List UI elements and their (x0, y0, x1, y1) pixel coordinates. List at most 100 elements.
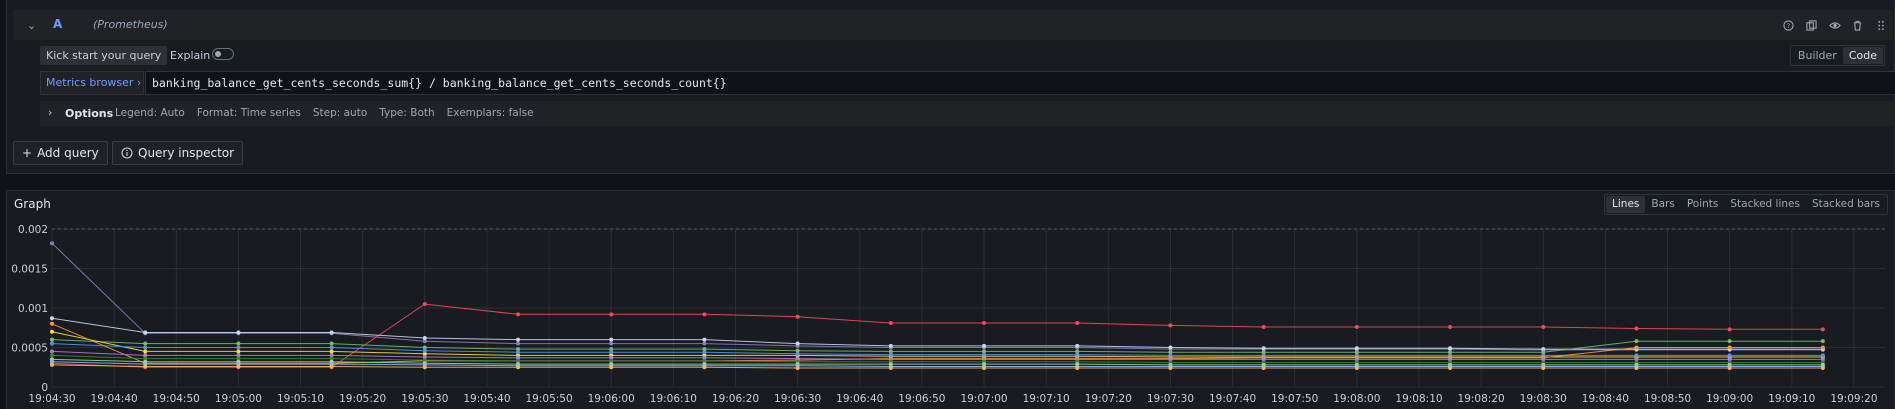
series-11-point (143, 364, 148, 369)
series-5-point (143, 345, 148, 350)
x-tick-label: 19:07:30 (1147, 393, 1194, 405)
series-11-point (795, 366, 800, 371)
series-3-point (1820, 339, 1825, 344)
series-11-point (516, 365, 521, 370)
series-1-point (516, 312, 521, 317)
series-2-point (702, 337, 707, 342)
series-3-point (1634, 339, 1639, 344)
series-2-point (1448, 346, 1453, 351)
series-11-point (702, 365, 707, 370)
series-5-point (1727, 353, 1732, 358)
series-3-point (50, 337, 54, 342)
y-tick-label: 0.0005 (11, 343, 48, 355)
series-1-point (1634, 326, 1639, 331)
x-tick-label: 19:05:00 (215, 393, 262, 405)
x-tick-label: 19:08:40 (1582, 393, 1629, 405)
x-tick-label: 19:05:40 (463, 393, 510, 405)
series-5-point (609, 350, 614, 355)
series-0-point (702, 341, 707, 346)
series-11-point (1634, 366, 1639, 371)
series-2-point (1075, 343, 1080, 348)
x-tick-label: 19:04:40 (91, 393, 138, 405)
series-11-point (1541, 366, 1546, 371)
x-tick-label: 19:09:10 (1768, 393, 1815, 405)
series-5-point (888, 352, 893, 357)
series-5-point (702, 350, 707, 355)
x-tick-label: 19:04:50 (153, 393, 200, 405)
series-5-point (516, 350, 521, 355)
x-tick-label: 19:07:40 (1209, 393, 1256, 405)
x-tick-label: 19:06:40 (836, 393, 883, 405)
series-0-point (609, 341, 614, 346)
series-11-point (1168, 366, 1173, 371)
series-2-point (795, 341, 800, 346)
series-8-point (50, 353, 54, 358)
series-1-point (702, 312, 707, 317)
series-1-point (1727, 327, 1732, 332)
series-11-point (982, 366, 987, 371)
x-tick-label: 19:08:50 (1644, 393, 1691, 405)
series-1-point (1541, 324, 1546, 329)
series-11-point (1448, 366, 1453, 371)
x-tick-label: 19:07:00 (960, 393, 1007, 405)
series-5-point (329, 345, 334, 350)
series-1-point (609, 312, 614, 317)
series-line-0 (51, 242, 1823, 351)
x-tick-label: 19:06:10 (650, 393, 697, 405)
x-tick-label: 19:07:10 (1023, 393, 1070, 405)
series-2-point (888, 343, 893, 348)
series-3-point (236, 341, 241, 346)
x-tick-label: 19:08:10 (1395, 393, 1442, 405)
x-tick-label: 19:05:10 (277, 393, 324, 405)
series-11-point (1075, 366, 1080, 371)
x-tick-label: 19:06:00 (588, 393, 635, 405)
series-5-point (236, 345, 241, 350)
series-1-point (1448, 324, 1453, 329)
x-tick-label: 19:07:50 (1271, 393, 1318, 405)
series-0-point (50, 241, 54, 246)
series-5-point (422, 348, 427, 353)
series-5-point (982, 352, 987, 357)
series-1-point (1168, 323, 1173, 328)
series-4-point (143, 349, 148, 354)
series-0-point (516, 341, 521, 346)
series-2-point (329, 330, 334, 335)
series-2-point (982, 343, 987, 348)
series-line-1 (51, 303, 1823, 368)
x-tick-label: 19:08:30 (1520, 393, 1567, 405)
series-11-point (1727, 366, 1732, 371)
y-tick-label: 0.001 (18, 303, 48, 315)
series-6-point (1727, 345, 1732, 350)
series-11-point (1354, 366, 1359, 371)
x-tick-label: 19:07:20 (1085, 393, 1132, 405)
series-1-point (1075, 321, 1080, 326)
x-tick-label: 19:06:50 (898, 393, 945, 405)
series-11-point (1820, 366, 1825, 371)
series-1-point (795, 314, 800, 319)
series-5-point (795, 351, 800, 356)
series-2-point (1168, 345, 1173, 350)
time-series-chart[interactable]: 00.00050.0010.00150.00219:04:30 19:04:40 1… (0, 0, 1895, 409)
series-11-point (422, 365, 427, 370)
series-4-point (236, 349, 241, 354)
series-5-point (1820, 353, 1825, 358)
series-6-point (1634, 345, 1639, 350)
series-2-point (236, 330, 241, 335)
series-11-point (50, 362, 54, 367)
series-line-4 (51, 331, 1823, 358)
series-4-point (329, 349, 334, 354)
series-2-point (50, 316, 54, 321)
x-tick-label: 19:06:30 (774, 393, 821, 405)
series-5-point (50, 341, 54, 346)
series-1-point (422, 302, 427, 307)
x-tick-label: 19:05:20 (339, 393, 386, 405)
series-11-point (888, 366, 893, 371)
x-tick-label: 19:06:20 (712, 393, 759, 405)
series-7-point (50, 349, 54, 354)
series-11-point (329, 364, 334, 369)
x-tick-label: 19:09:20 (1830, 393, 1877, 405)
series-2-point (143, 330, 148, 335)
series-11-point (236, 364, 241, 369)
series-2-point (516, 337, 521, 342)
series-11-point (1261, 366, 1266, 371)
